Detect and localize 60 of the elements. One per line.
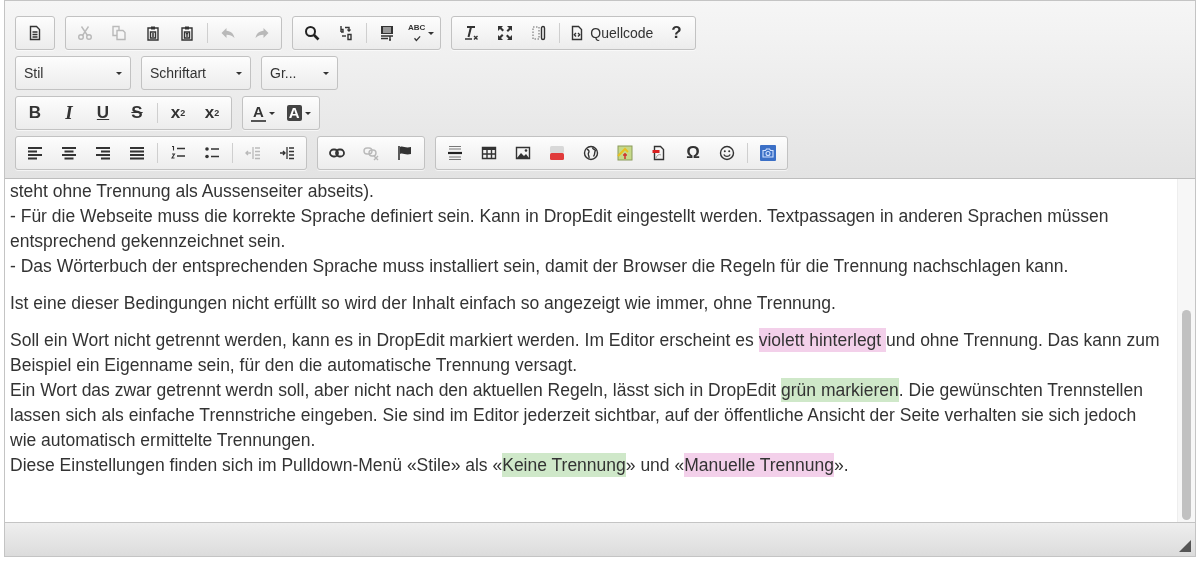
- outdent-icon: [245, 145, 261, 161]
- source-button[interactable]: Quellcode: [563, 18, 660, 48]
- caret-icon: [116, 71, 122, 75]
- caret-icon: [268, 111, 275, 115]
- horizontal-line-icon: [447, 145, 463, 161]
- help-button[interactable]: ?: [659, 18, 694, 48]
- justify-icon: [129, 145, 145, 161]
- format-button[interactable]: I: [52, 98, 86, 128]
- table-icon: [481, 145, 497, 161]
- dropdown[interactable]: Gr...: [261, 56, 338, 90]
- video-icon: [549, 145, 565, 161]
- clipboard-icon: [179, 25, 195, 41]
- spellcheck-button[interactable]: ABC: [404, 18, 439, 48]
- copy-icon: [111, 25, 127, 41]
- camera-icon: [760, 145, 776, 161]
- paragraph: Soll ein Wort nicht getrennt werden, kann es in DropEdit markiert werden. Im Editor erscheint es violett hinterlegt und ohne Trennung. Das kann zum Beispiel ein Eigenname sein, für den die automatische Trennung versagt. Ein Wort das zwar getrennt werdn soll, aber nicht nach den aktuellen Regeln, lässt sich in DropEdit grün markieren. Die gewünschten Trennstellen lassen sich als einfache Trennstriche eingeben. Sie sind im Editor jederzeit sichtbar, auf der öffentliche Ansicht der Seite verhalten sie sich jedoch wie automatisch ermittelte Trennungen. Diese Einstellungen finden sich im Pulldown-Menü «Stile» als «Keine Trennung» und «Manuelle Trennung».: [10, 328, 1161, 478]
- highlighted-text: Manuelle Trennung: [684, 453, 834, 477]
- show-blocks-icon: [531, 25, 548, 41]
- format-button[interactable]: B: [18, 98, 52, 128]
- caret-icon: [323, 71, 329, 75]
- scrollbar-thumb[interactable]: [1182, 310, 1191, 520]
- pdf-icon: [651, 145, 667, 161]
- undo-arrow-icon: [220, 25, 236, 41]
- clipboard-icon: [145, 25, 161, 41]
- scissors-icon: [77, 25, 93, 41]
- indent-icon: [279, 145, 295, 161]
- text-color-button[interactable]: A: [245, 98, 281, 128]
- remove-format-icon: [463, 25, 480, 41]
- flag-icon: [397, 145, 413, 161]
- dropdown[interactable]: Schriftart: [141, 56, 251, 90]
- align-center-icon: [61, 145, 77, 161]
- resize-grip-icon[interactable]: [1179, 540, 1191, 552]
- highlighted-text: violett hinterlegt: [758, 328, 887, 352]
- replace-icon: [338, 25, 354, 41]
- format-button[interactable]: x$^{2}$: [195, 98, 229, 128]
- bullet-list-icon: [204, 145, 220, 161]
- background-color-button[interactable]: A: [280, 98, 317, 128]
- document-icon: [27, 25, 43, 41]
- dropdown[interactable]: Stil: [15, 56, 131, 90]
- format-button[interactable]: Ω: [676, 138, 710, 168]
- numbered-list-icon: [170, 145, 186, 161]
- map-icon: [617, 145, 633, 161]
- format-button[interactable]: S: [120, 98, 154, 128]
- paragraph: Ist eine dieser Bedingungen nicht erfüllt so wird der Inhalt einfach so angezeigt wie immer, ohne Trennung.: [10, 292, 837, 315]
- format-button[interactable]: U: [86, 98, 120, 128]
- caret-icon: [236, 71, 242, 75]
- caret-icon: [428, 31, 435, 35]
- image-icon: [515, 145, 531, 161]
- paragraph: steht ohne Trennung als Aussenseiter abseits). - Für die Webseite muss die korrekte Sprache definiert sein. Kann in DropEdit eingestellt werden. Textpassagen in anderen Sprachen müssen entsprechend gekennzeichnet sein. - Das Wörterbuch der entsprechenden Sprache muss installiert sein, damit der Browser die Regeln für die Trennung nachschlagen kann.: [10, 180, 1110, 278]
- select-all-icon: [379, 25, 395, 41]
- highlighted-text: grün markieren: [781, 378, 899, 402]
- globe-icon: [583, 145, 599, 161]
- align-right-icon: [95, 145, 111, 161]
- broken-link-icon: [363, 145, 379, 161]
- highlighted-text: Keine Trennung: [502, 453, 626, 477]
- search-icon: [304, 25, 320, 41]
- align-left-icon: [27, 145, 43, 161]
- smiley-icon: [719, 145, 735, 161]
- maximize-icon: [497, 25, 514, 41]
- caret-icon: [304, 111, 311, 115]
